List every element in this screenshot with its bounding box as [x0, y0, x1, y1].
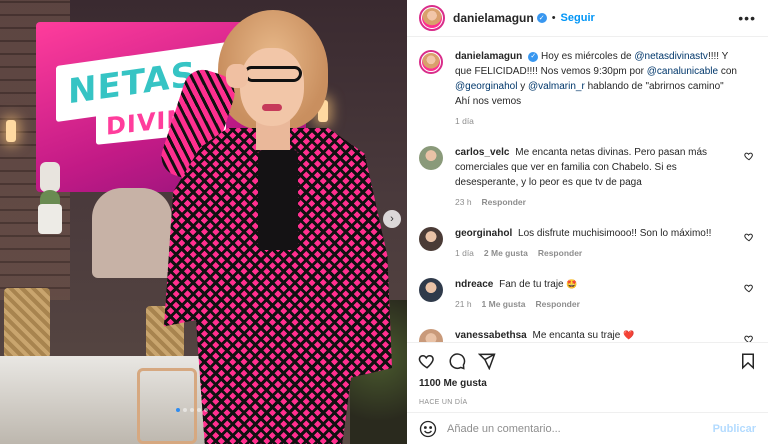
comments-list[interactable]: danielamagun ✓ Hoy es miércoles de @netas… [407, 37, 768, 342]
publish-button[interactable]: Publicar [713, 423, 756, 435]
comment-item: georginahol Los disfrute muchisimooo!! S… [419, 226, 756, 261]
reply-button[interactable]: Responder [482, 195, 526, 210]
post-actions [407, 342, 768, 378]
likes-count[interactable]: 1100 Me gusta [407, 378, 768, 394]
caption-text: Hoy es miércoles de [541, 51, 635, 62]
comment-text: Me encanta su traje [532, 330, 621, 341]
carousel-dot [204, 408, 208, 412]
caption-text: con [718, 66, 737, 77]
wall-lamp [6, 120, 16, 142]
comment-item: carlos_velc Me encanta netas divinas. Pe… [419, 145, 756, 210]
post-timestamp[interactable]: HACE UN DÍA [407, 394, 768, 412]
comment-text: Fan de tu traje [499, 279, 564, 290]
comment-username[interactable]: vanessabethsa [455, 330, 527, 341]
avatar[interactable] [419, 278, 443, 302]
mention-link[interactable]: @netasdivinastv [634, 51, 708, 62]
caption-time[interactable]: 1 día [455, 114, 474, 129]
heart-icon[interactable] [744, 151, 754, 161]
post-image[interactable]: NETAS DIVINAS › [0, 0, 407, 444]
carousel-dot [183, 408, 187, 412]
verified-badge-icon: ✓ [528, 51, 539, 62]
mention-link[interactable]: @canalunicable [647, 66, 718, 77]
carousel-indicators [176, 408, 208, 412]
post-header: danielamagun ✓ • Seguir ••• [407, 0, 768, 37]
vase [40, 162, 60, 192]
comment-username[interactable]: georginahol [455, 228, 512, 239]
reply-button[interactable]: Responder [538, 246, 582, 261]
woman-face [240, 48, 304, 126]
avatar[interactable] [419, 227, 443, 251]
avatar[interactable] [419, 50, 443, 74]
comment-time[interactable]: 23 h [455, 195, 472, 210]
reply-button[interactable]: Responder [535, 297, 579, 312]
comment-likes[interactable]: 1 Me gusta [482, 297, 526, 312]
separator-dot: • [551, 12, 556, 24]
comment-input[interactable] [447, 422, 703, 435]
bookmark-icon[interactable] [738, 351, 758, 371]
plant-pot [38, 204, 62, 234]
mention-link[interactable]: @georginahol [455, 81, 517, 92]
heart-icon[interactable] [417, 351, 437, 371]
comment-username[interactable]: ndreace [455, 279, 493, 290]
mention-link[interactable]: @valmarin_r [528, 81, 585, 92]
comment-time[interactable]: 1 día [455, 246, 474, 261]
carousel-dot [176, 408, 180, 412]
comment-likes[interactable]: 2 Me gusta [484, 246, 528, 261]
glasses [244, 66, 302, 82]
post-sidebar: danielamagun ✓ • Seguir ••• danielamagun… [407, 0, 768, 444]
comment-icon[interactable] [447, 351, 467, 371]
carousel-dot [190, 408, 194, 412]
caption-username[interactable]: danielamagun [455, 51, 522, 62]
smiley-icon[interactable] [419, 420, 437, 438]
more-horizontal-icon[interactable]: ••• [738, 10, 756, 26]
caption: danielamagun ✓ Hoy es miércoles de @netas… [419, 49, 756, 129]
next-image-button[interactable]: › [383, 210, 401, 228]
heart-icon[interactable] [744, 334, 754, 342]
lips [262, 104, 282, 111]
follow-button[interactable]: Seguir [561, 12, 595, 24]
comment-emoji: 🤩 [566, 279, 578, 289]
black-top [258, 150, 298, 250]
wicker-basket [4, 288, 50, 358]
comment-username[interactable]: carlos_velc [455, 147, 510, 158]
avatar[interactable] [419, 146, 443, 170]
decor-frame [137, 368, 197, 444]
woman-hand [226, 64, 248, 88]
heart-icon[interactable] [744, 232, 754, 242]
verified-badge-icon: ✓ [536, 13, 547, 23]
send-icon[interactable] [477, 351, 497, 371]
avatar[interactable] [419, 329, 443, 342]
author-username[interactable]: danielamagun [453, 11, 534, 25]
instagram-post: NETAS DIVINAS › danielamagun ✓ • Seguir … [0, 0, 768, 444]
chair [92, 188, 172, 278]
comment-time[interactable]: 21 h [455, 297, 472, 312]
chevron-right-icon: › [390, 213, 394, 225]
comment-group: carlos_velc Me encanta netas divinas. Pe… [419, 145, 756, 342]
heart-icon[interactable] [744, 283, 754, 293]
avatar[interactable] [419, 5, 445, 31]
comment-item: ndreace Fan de tu traje 🤩 21 h 1 Me gust… [419, 277, 756, 312]
add-comment-bar: Publicar [407, 412, 768, 444]
comment-item: vanessabethsa Me encanta su traje ❤️ [419, 328, 756, 342]
carousel-dot [197, 408, 201, 412]
comment-emoji: ❤️ [623, 330, 635, 340]
comment-text: Los disfrute muchisimooo!! Son lo máximo… [518, 228, 712, 239]
caption-text: y [517, 81, 528, 92]
